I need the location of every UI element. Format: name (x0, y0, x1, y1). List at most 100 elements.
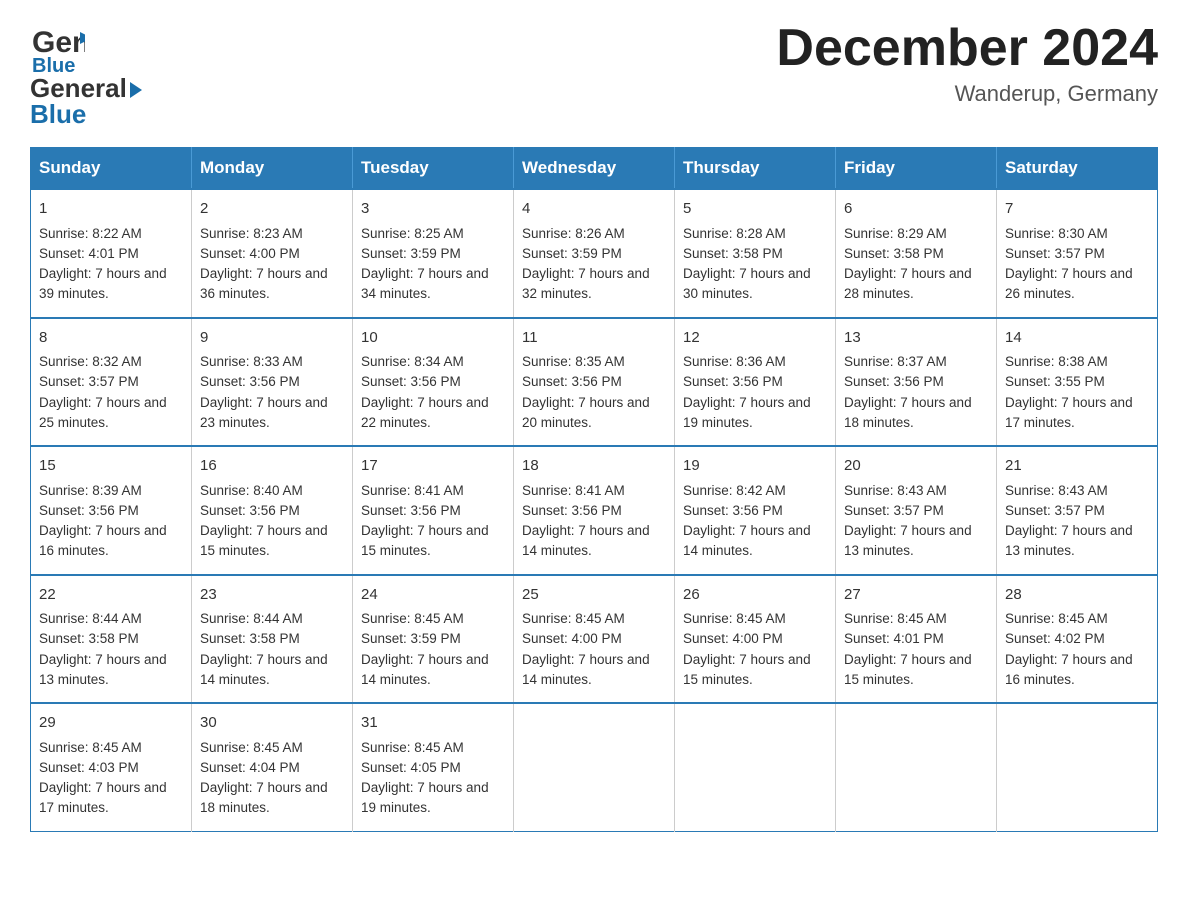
sunrise-label: Sunrise: 8:45 AM (1005, 611, 1108, 626)
logo-icon: General Blue (30, 20, 85, 75)
sunset-label: Sunset: 3:58 PM (844, 246, 944, 261)
sunset-label: Sunset: 4:00 PM (200, 246, 300, 261)
day-number: 22 (39, 584, 183, 607)
sunrise-label: Sunrise: 8:28 AM (683, 226, 786, 241)
calendar-cell: 25Sunrise: 8:45 AMSunset: 4:00 PMDayligh… (514, 575, 675, 704)
header-friday: Friday (836, 148, 997, 190)
sunset-label: Sunset: 4:04 PM (200, 760, 300, 775)
sunset-label: Sunset: 3:56 PM (683, 503, 783, 518)
day-number: 9 (200, 327, 344, 350)
calendar-cell: 1Sunrise: 8:22 AMSunset: 4:01 PMDaylight… (31, 189, 192, 318)
day-number: 31 (361, 712, 505, 735)
sunrise-label: Sunrise: 8:22 AM (39, 226, 142, 241)
calendar-cell: 7Sunrise: 8:30 AMSunset: 3:57 PMDaylight… (997, 189, 1158, 318)
sunset-label: Sunset: 3:56 PM (522, 374, 622, 389)
sunrise-label: Sunrise: 8:42 AM (683, 483, 786, 498)
calendar-cell: 9Sunrise: 8:33 AMSunset: 3:56 PMDaylight… (192, 318, 353, 447)
day-number: 1 (39, 198, 183, 221)
sunrise-label: Sunrise: 8:25 AM (361, 226, 464, 241)
sunrise-label: Sunrise: 8:39 AM (39, 483, 142, 498)
calendar-cell (514, 703, 675, 831)
daylight-label: Daylight: 7 hours and 25 minutes. (39, 395, 167, 430)
daylight-label: Daylight: 7 hours and 15 minutes. (200, 523, 328, 558)
daylight-label: Daylight: 7 hours and 18 minutes. (844, 395, 972, 430)
calendar-cell: 5Sunrise: 8:28 AMSunset: 3:58 PMDaylight… (675, 189, 836, 318)
calendar-cell: 30Sunrise: 8:45 AMSunset: 4:04 PMDayligh… (192, 703, 353, 831)
sunset-label: Sunset: 3:56 PM (844, 374, 944, 389)
sunset-label: Sunset: 3:57 PM (1005, 246, 1105, 261)
sunset-label: Sunset: 3:58 PM (683, 246, 783, 261)
calendar-cell: 20Sunrise: 8:43 AMSunset: 3:57 PMDayligh… (836, 446, 997, 575)
daylight-label: Daylight: 7 hours and 18 minutes. (200, 780, 328, 815)
sunset-label: Sunset: 3:56 PM (39, 503, 139, 518)
sunset-label: Sunset: 3:57 PM (39, 374, 139, 389)
week-row-4: 22Sunrise: 8:44 AMSunset: 3:58 PMDayligh… (31, 575, 1158, 704)
sunrise-label: Sunrise: 8:37 AM (844, 354, 947, 369)
calendar-cell: 22Sunrise: 8:44 AMSunset: 3:58 PMDayligh… (31, 575, 192, 704)
day-number: 7 (1005, 198, 1149, 221)
sunrise-label: Sunrise: 8:43 AM (1005, 483, 1108, 498)
sunset-label: Sunset: 3:59 PM (361, 246, 461, 261)
sunset-label: Sunset: 4:05 PM (361, 760, 461, 775)
daylight-label: Daylight: 7 hours and 15 minutes. (683, 652, 811, 687)
location: Wanderup, Germany (776, 81, 1158, 107)
daylight-label: Daylight: 7 hours and 32 minutes. (522, 266, 650, 301)
sunset-label: Sunset: 3:57 PM (1005, 503, 1105, 518)
sunrise-label: Sunrise: 8:32 AM (39, 354, 142, 369)
sunrise-label: Sunrise: 8:29 AM (844, 226, 947, 241)
daylight-label: Daylight: 7 hours and 16 minutes. (1005, 652, 1133, 687)
daylight-label: Daylight: 7 hours and 14 minutes. (200, 652, 328, 687)
page-header: General Blue General Blue December 2024 … (30, 20, 1158, 127)
daylight-label: Daylight: 7 hours and 19 minutes. (683, 395, 811, 430)
sunset-label: Sunset: 3:56 PM (200, 374, 300, 389)
day-number: 21 (1005, 455, 1149, 478)
calendar-cell: 26Sunrise: 8:45 AMSunset: 4:00 PMDayligh… (675, 575, 836, 704)
daylight-label: Daylight: 7 hours and 14 minutes. (522, 652, 650, 687)
day-number: 6 (844, 198, 988, 221)
sunrise-label: Sunrise: 8:41 AM (522, 483, 625, 498)
day-number: 11 (522, 327, 666, 350)
sunrise-label: Sunrise: 8:23 AM (200, 226, 303, 241)
sunset-label: Sunset: 3:59 PM (522, 246, 622, 261)
day-number: 27 (844, 584, 988, 607)
header-thursday: Thursday (675, 148, 836, 190)
day-number: 26 (683, 584, 827, 607)
sunset-label: Sunset: 3:57 PM (844, 503, 944, 518)
calendar-cell (997, 703, 1158, 831)
sunrise-label: Sunrise: 8:36 AM (683, 354, 786, 369)
calendar-cell: 29Sunrise: 8:45 AMSunset: 4:03 PMDayligh… (31, 703, 192, 831)
sunrise-label: Sunrise: 8:41 AM (361, 483, 464, 498)
sunrise-label: Sunrise: 8:45 AM (683, 611, 786, 626)
daylight-label: Daylight: 7 hours and 23 minutes. (200, 395, 328, 430)
week-row-5: 29Sunrise: 8:45 AMSunset: 4:03 PMDayligh… (31, 703, 1158, 831)
daylight-label: Daylight: 7 hours and 13 minutes. (1005, 523, 1133, 558)
day-number: 28 (1005, 584, 1149, 607)
header-monday: Monday (192, 148, 353, 190)
daylight-label: Daylight: 7 hours and 28 minutes. (844, 266, 972, 301)
header-wednesday: Wednesday (514, 148, 675, 190)
day-number: 30 (200, 712, 344, 735)
day-number: 3 (361, 198, 505, 221)
day-number: 18 (522, 455, 666, 478)
daylight-label: Daylight: 7 hours and 20 minutes. (522, 395, 650, 430)
daylight-label: Daylight: 7 hours and 14 minutes. (683, 523, 811, 558)
header-tuesday: Tuesday (353, 148, 514, 190)
day-number: 16 (200, 455, 344, 478)
calendar-cell: 24Sunrise: 8:45 AMSunset: 3:59 PMDayligh… (353, 575, 514, 704)
day-number: 2 (200, 198, 344, 221)
month-title: December 2024 (776, 20, 1158, 77)
daylight-label: Daylight: 7 hours and 16 minutes. (39, 523, 167, 558)
daylight-label: Daylight: 7 hours and 13 minutes. (39, 652, 167, 687)
daylight-label: Daylight: 7 hours and 17 minutes. (1005, 395, 1133, 430)
calendar-cell: 23Sunrise: 8:44 AMSunset: 3:58 PMDayligh… (192, 575, 353, 704)
day-number: 12 (683, 327, 827, 350)
calendar-cell: 10Sunrise: 8:34 AMSunset: 3:56 PMDayligh… (353, 318, 514, 447)
daylight-label: Daylight: 7 hours and 30 minutes. (683, 266, 811, 301)
day-number: 10 (361, 327, 505, 350)
daylight-label: Daylight: 7 hours and 39 minutes. (39, 266, 167, 301)
calendar-cell: 2Sunrise: 8:23 AMSunset: 4:00 PMDaylight… (192, 189, 353, 318)
sunset-label: Sunset: 3:59 PM (361, 631, 461, 646)
calendar-cell (836, 703, 997, 831)
title-block: December 2024 Wanderup, Germany (776, 20, 1158, 107)
header-saturday: Saturday (997, 148, 1158, 190)
